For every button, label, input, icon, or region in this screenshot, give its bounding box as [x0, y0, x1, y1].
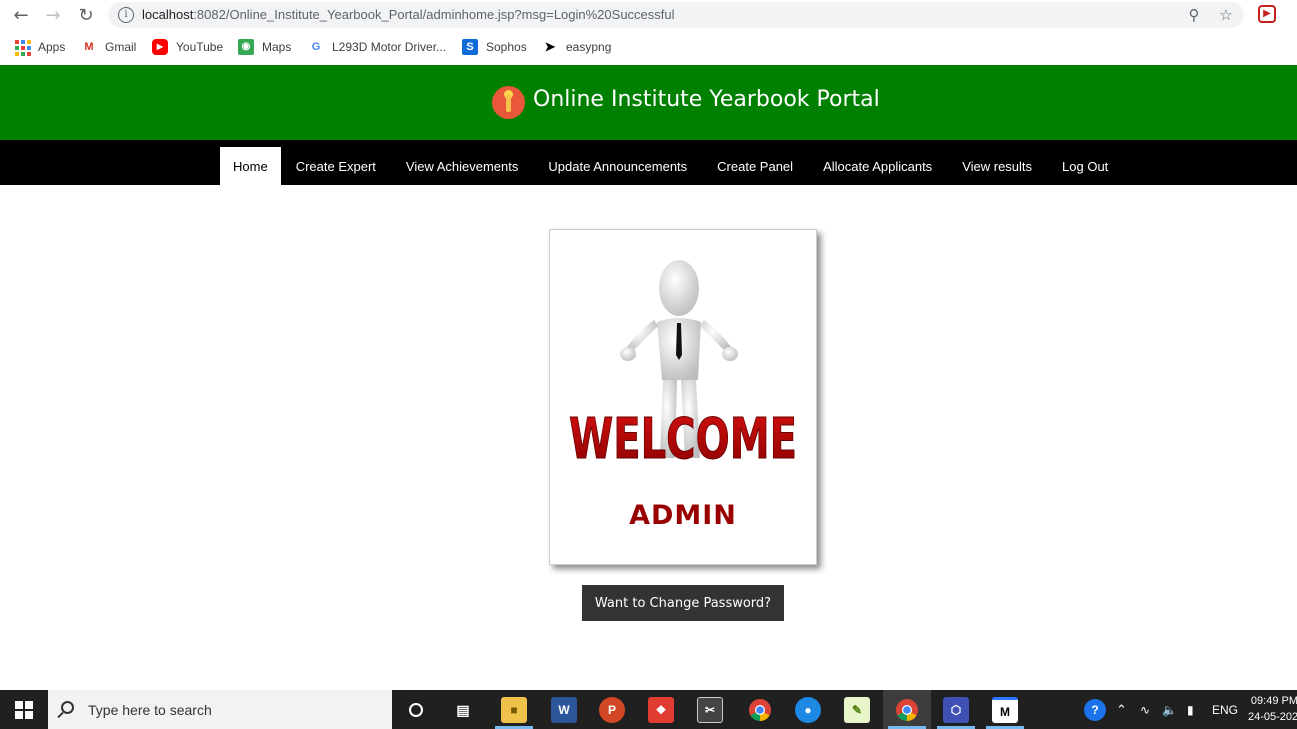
- volume-icon[interactable]: 🔈: [1162, 690, 1177, 729]
- notepad-chart-icon[interactable]: ✎: [844, 697, 870, 723]
- bookmark-label: Sophos: [486, 40, 527, 54]
- snipping-tool-icon[interactable]: ✂: [697, 697, 723, 723]
- help-icon[interactable]: ?: [1084, 690, 1106, 729]
- app-sphere-icon[interactable]: ●: [795, 697, 821, 723]
- windows-logo-icon: [15, 700, 33, 719]
- taskbar-search[interactable]: Type here to search: [48, 690, 392, 729]
- chrome-icon[interactable]: [747, 697, 773, 723]
- file-explorer-icon[interactable]: ■: [501, 697, 527, 723]
- word-icon[interactable]: W: [551, 697, 577, 723]
- nav-home[interactable]: Home: [220, 147, 281, 185]
- bookmark-maps[interactable]: ◉ Maps: [238, 38, 291, 56]
- browser-toolbar: ← → ↻ i localhost:8082/Online_Institute_…: [0, 0, 1297, 30]
- sophos-icon: S: [462, 39, 478, 55]
- clock-date: 24-05-2020: [1248, 711, 1297, 723]
- site-header: Online Institute Yearbook Portal: [0, 65, 1297, 140]
- bookmark-label: easypng: [566, 40, 612, 54]
- search-placeholder: Type here to search: [88, 702, 212, 718]
- battery-icon[interactable]: ▮: [1187, 690, 1194, 729]
- reload-icon[interactable]: ↻: [75, 4, 97, 26]
- netbeans-cube-icon[interactable]: ⬡: [943, 697, 969, 723]
- youtube-icon: ▶: [152, 39, 168, 55]
- system-clock[interactable]: 09:49 PM 24-05-2020: [1248, 693, 1297, 725]
- extension-icon[interactable]: ▶: [1258, 5, 1276, 23]
- site-title: Online Institute Yearbook Portal: [533, 87, 880, 112]
- chevron-up-icon[interactable]: ⌃: [1116, 690, 1127, 729]
- bookmark-label: Apps: [38, 40, 66, 54]
- torch-logo-icon: [492, 86, 525, 119]
- welcome-card: WELCOME ADMIN: [549, 229, 817, 565]
- gmail-icon: M: [84, 41, 94, 53]
- bookmark-star-icon[interactable]: ☆: [1217, 6, 1235, 24]
- address-bar[interactable]: i localhost:8082/Online_Institute_Yearbo…: [108, 2, 1244, 28]
- bookmark-apps[interactable]: Apps: [14, 38, 65, 56]
- maps-icon: ◉: [238, 39, 254, 55]
- url-path: :8082/Online_Institute_Yearbook_Portal/a…: [193, 7, 675, 22]
- url-text[interactable]: localhost:8082/Online_Institute_Yearbook…: [142, 7, 675, 22]
- windows-taskbar: Type here to search ▤ ■ W P ❖ ✂ ● ✎ ⬡ M …: [0, 690, 1297, 729]
- main-nav: Home Create Expert View Achievements Upd…: [0, 140, 1297, 185]
- anydesk-icon[interactable]: ❖: [648, 697, 674, 723]
- search-icon: [61, 701, 74, 714]
- nav-create-panel[interactable]: Create Panel: [702, 147, 808, 185]
- bookmark-youtube[interactable]: ▶ YouTube: [152, 38, 223, 56]
- chrome-active-icon[interactable]: [894, 697, 920, 723]
- powerpoint-icon[interactable]: P: [599, 697, 625, 723]
- wifi-icon[interactable]: ∿: [1140, 690, 1150, 729]
- nav-allocate-applicants[interactable]: Allocate Applicants: [808, 147, 947, 185]
- bookmark-sophos[interactable]: S Sophos: [462, 38, 527, 56]
- nav-create-expert[interactable]: Create Expert: [281, 147, 391, 185]
- bookmark-label: Gmail: [105, 40, 137, 54]
- change-password-button[interactable]: Want to Change Password?: [582, 585, 784, 621]
- google-icon: G: [311, 41, 321, 53]
- nav-log-out[interactable]: Log Out: [1047, 147, 1123, 185]
- bookmark-label: YouTube: [176, 40, 224, 54]
- start-button[interactable]: [0, 690, 48, 729]
- nav-view-achievements[interactable]: View Achievements: [391, 147, 534, 185]
- welcome-figure-image: WELCOME: [569, 260, 798, 473]
- info-icon[interactable]: i: [118, 7, 134, 23]
- clock-time: 09:49 PM: [1250, 695, 1297, 707]
- nav-update-announcements[interactable]: Update Announcements: [533, 147, 702, 185]
- bookmark-l293d[interactable]: G L293D Motor Driver...: [308, 38, 446, 56]
- bookmark-easypng[interactable]: ➤ easypng: [542, 38, 612, 56]
- language-indicator[interactable]: ENG: [1212, 690, 1238, 729]
- bookmark-label: L293D Motor Driver...: [332, 40, 447, 54]
- bookmark-label: Maps: [262, 40, 292, 54]
- forward-arrow-icon[interactable]: →: [42, 4, 64, 26]
- back-arrow-icon[interactable]: ←: [10, 4, 32, 26]
- apps-grid-icon: [14, 39, 31, 56]
- nav-view-results[interactable]: View results: [947, 147, 1047, 185]
- welcome-word: WELCOME: [569, 407, 797, 472]
- cortana-icon[interactable]: [403, 697, 429, 723]
- bookmark-gmail[interactable]: M Gmail: [81, 38, 136, 56]
- zoom-magnifier-icon[interactable]: ⚲: [1185, 6, 1203, 24]
- url-host: localhost: [142, 7, 194, 22]
- mysql-workbench-icon[interactable]: M: [992, 697, 1018, 723]
- role-label: ADMIN: [629, 500, 737, 531]
- easypng-rocket-icon: ➤: [544, 39, 556, 54]
- bookmarks-bar: Apps M Gmail ▶ YouTube ◉ Maps G L293D Mo…: [0, 30, 1297, 64]
- task-view-icon[interactable]: ▤: [450, 697, 476, 723]
